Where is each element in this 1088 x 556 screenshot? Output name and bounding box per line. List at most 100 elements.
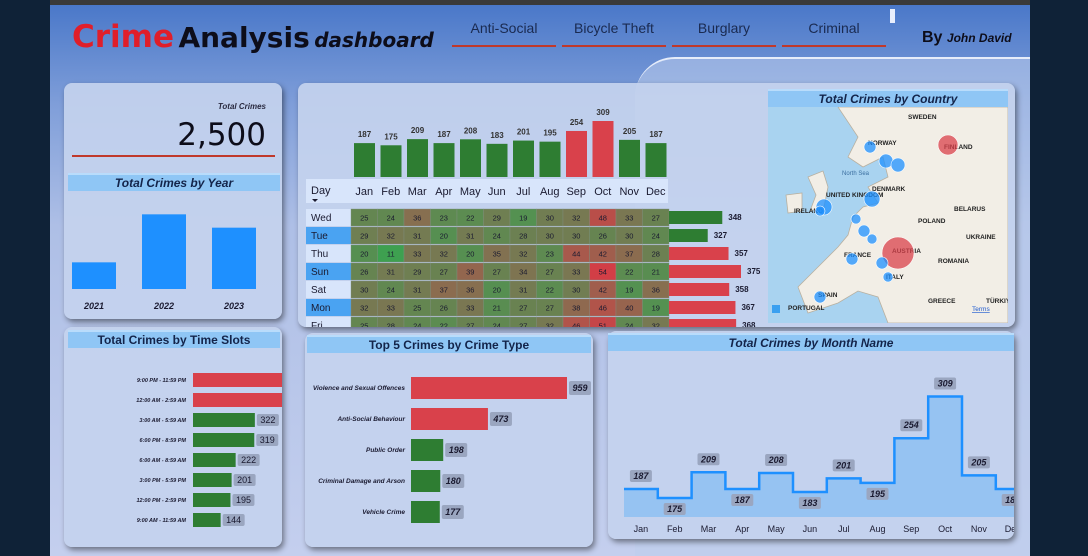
day-total-value: 358	[735, 285, 749, 294]
title-dashboard: dashboard	[314, 28, 434, 52]
heatmap-month-header: Oct	[594, 186, 611, 198]
country-map-title: Total Crimes by Country	[768, 89, 1008, 107]
month-bar-value: 209	[411, 126, 425, 135]
heatmap-day-label: Fri	[311, 321, 323, 327]
month-bar-Mar	[407, 139, 428, 177]
time-slot-bar	[193, 513, 221, 527]
kpi-underline	[72, 155, 275, 157]
map-country-label: North Sea	[842, 171, 870, 177]
tab-bicycle-theft[interactable]: Bicycle Theft	[562, 19, 666, 47]
heatmap-cell-value: 32	[387, 232, 395, 241]
heatmap-cell-value: 22	[546, 286, 554, 295]
heatmap-cell-value: 24	[493, 232, 501, 241]
month-area-value: 183	[802, 498, 817, 508]
map-crime-bubble	[875, 256, 889, 270]
heatmap-day-label: Sun	[311, 267, 329, 278]
time-slot-bar	[193, 433, 255, 447]
month-area-value: 187	[633, 471, 649, 481]
map-crime-bubble	[937, 134, 959, 156]
year-label-2021: 2021	[83, 301, 104, 311]
heatmap-cell-value: 19	[625, 286, 633, 295]
time-slot-label: 3:00 PM - 5:59 PM	[140, 478, 187, 484]
crime-type-chart: Violence and Sexual Offences 959 Anti-Soci…	[313, 377, 591, 523]
heatmap-cell-value: 27	[519, 322, 527, 328]
heatmap-cell-value: 28	[652, 250, 660, 259]
dashboard-title: Crime Analysis dashboard	[72, 19, 434, 55]
heatmap-month-header: Sep	[566, 186, 586, 198]
month-area-axis-label: Aug	[869, 524, 885, 534]
day-total-value: 368	[742, 321, 756, 327]
heatmap-panel: 187 175 209 187 208 183 201 195 254 309 205 187 Day J…	[298, 83, 1015, 327]
day-total-value: 367	[741, 303, 755, 312]
month-bar-Dec	[645, 143, 667, 177]
time-slots-title: Total Crimes by Time Slots	[68, 330, 280, 348]
heatmap-day-label: Wed	[311, 213, 331, 224]
heatmap-cell-value: 34	[519, 268, 527, 277]
heatmap-day-label: Thu	[311, 249, 328, 260]
time-slots-chart: 9:00 PM - 11:59 PM58312:00 AM - 2:59 AM5…	[136, 373, 282, 527]
map-crime-bubble	[863, 140, 877, 154]
heatmap-cell-value: 46	[599, 304, 607, 313]
month-bar-value: 187	[358, 130, 372, 139]
month-area-axis-label: Jun	[803, 524, 818, 534]
day-total-bar	[669, 265, 741, 278]
heatmap-cell-value: 28	[387, 322, 395, 328]
dashboard-screen: Crime Analysis dashboard Anti-Social Bic…	[0, 0, 1088, 556]
heatmap-cell-value: 32	[519, 250, 527, 259]
heatmap-cell-value: 23	[440, 214, 448, 223]
heatmap-cell-value: 37	[440, 286, 448, 295]
heatmap-cell-value: 38	[572, 304, 580, 313]
time-slot-label: 12:00 AM - 2:59 AM	[136, 398, 186, 404]
time-slot-value: 144	[226, 515, 241, 525]
tab-label: Burglary	[697, 20, 751, 36]
heatmap-month-header: Jul	[516, 186, 530, 198]
heatmap-cell-value: 30	[572, 286, 580, 295]
tab-criminal[interactable]: Criminal	[782, 19, 886, 47]
map-crime-bubble	[866, 233, 878, 245]
heatmap-month-header: Nov	[619, 186, 639, 198]
crime-type-value: 198	[449, 445, 464, 455]
heatmap-cell-value: 33	[413, 250, 421, 259]
heatmap-cell-value: 20	[466, 250, 474, 259]
heatmap-cell-value: 30	[546, 232, 554, 241]
heatmap-cell-value: 48	[599, 214, 607, 223]
map-crime-bubble	[863, 190, 881, 208]
heatmap-cell-value: 22	[466, 214, 474, 223]
kpi-value: 2,500	[177, 117, 266, 153]
map-crime-bubble	[882, 271, 894, 283]
heatmap-cell-value: 24	[652, 232, 660, 241]
month-area-axis-label: Jan	[634, 524, 649, 534]
heatmap-cell-value: 27	[466, 322, 474, 328]
tab-anti-social[interactable]: Anti-Social	[452, 19, 556, 47]
time-slot-bar	[193, 413, 255, 427]
map-country-label: POLAND	[918, 218, 946, 225]
title-crime: Crime	[72, 19, 174, 55]
day-total-value: 375	[747, 267, 761, 276]
map-crime-bubble	[813, 290, 827, 304]
heatmap-cell-value: 54	[599, 268, 607, 277]
map-country-label: ROMANIA	[938, 258, 969, 265]
month-area-value: 254	[903, 420, 919, 430]
crime-type-panel: Top 5 Crimes by Crime Type Violence and …	[305, 333, 593, 547]
month-bar-value: 183	[490, 131, 504, 140]
report-canvas: Crime Analysis dashboard Anti-Social Bic…	[50, 5, 1030, 556]
crime-type-bar	[411, 501, 440, 523]
map-country-label: TÜRKIY	[986, 296, 1008, 305]
month-area-axis-label: Oct	[938, 524, 953, 534]
tab-label: Bicycle Theft	[574, 20, 654, 36]
kpi-label: Total Crimes	[217, 102, 266, 111]
bing-logo-icon	[772, 305, 780, 313]
country-map[interactable]: SWEDENNORWAYFINLANDNorth SeaUNITED KINGD…	[768, 107, 1008, 323]
tab-burglary[interactable]: Burglary	[672, 19, 776, 47]
year-bar-2022	[142, 214, 186, 289]
time-slot-value: 322	[260, 415, 275, 425]
heatmap-cell-value: 36	[413, 214, 421, 223]
heatmap-cell-value: 32	[572, 214, 580, 223]
month-area-value: 205	[970, 457, 987, 467]
crime-type-label: Anti-Social Behaviour	[336, 416, 405, 423]
heatmap-cell-value: 24	[493, 322, 501, 328]
title-analysis: Analysis	[178, 21, 310, 54]
heatmap-cell-value: 33	[387, 304, 395, 313]
map-country-label: GREECE	[928, 298, 956, 305]
heatmap-cell-value: 25	[360, 322, 368, 328]
